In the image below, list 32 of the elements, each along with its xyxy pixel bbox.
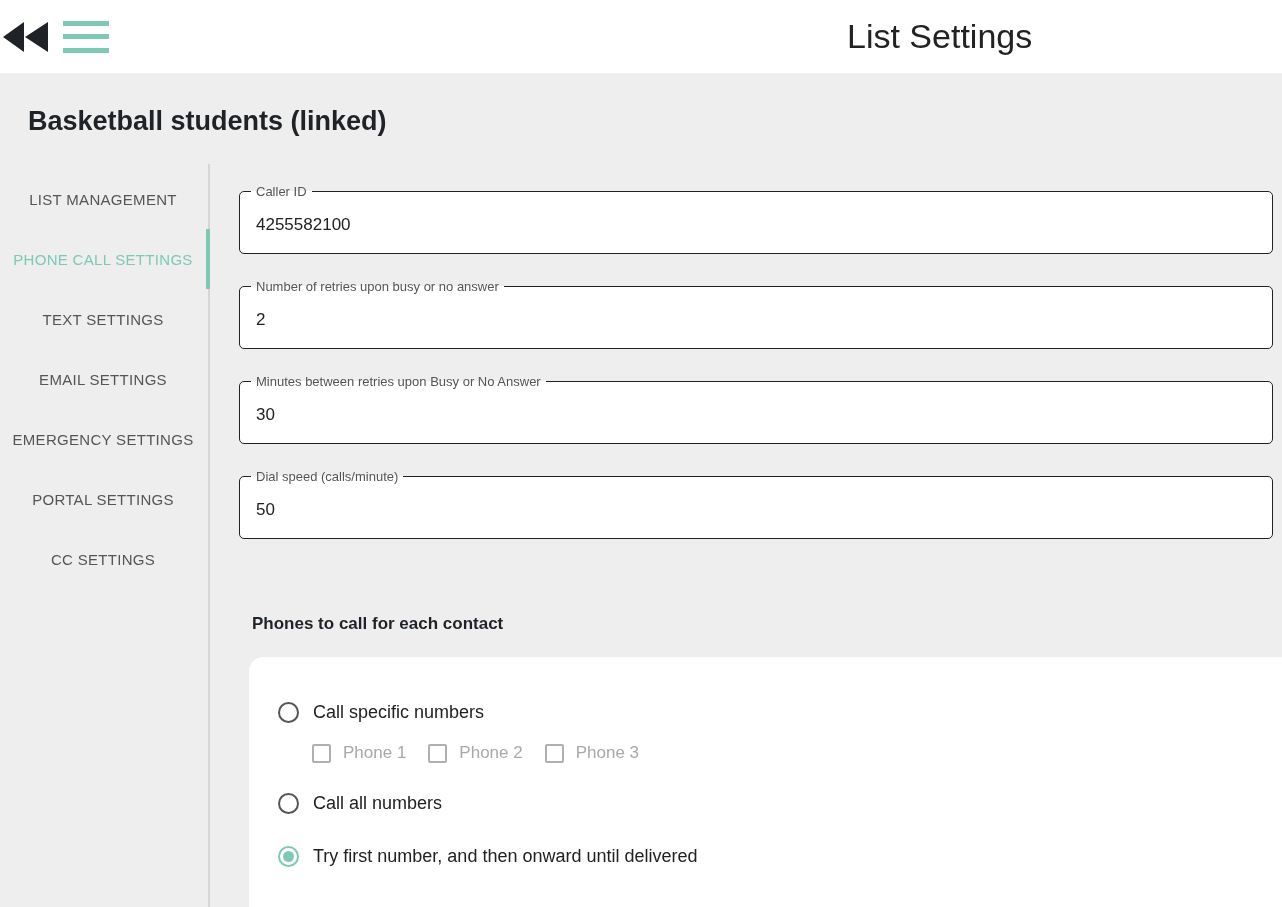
- radio-button[interactable]: [278, 792, 299, 814]
- text-field[interactable]: Dial speed (calls/minute) 50: [239, 469, 1273, 539]
- sidebar-tab[interactable]: PORTAL SETTINGS: [0, 469, 210, 529]
- field-value: 4255582100: [256, 215, 351, 235]
- radio-button[interactable]: [278, 845, 299, 867]
- field-label: Number of retries upon busy or no answer: [255, 279, 500, 294]
- field-label: Minutes between retries upon Busy or No Answer: [255, 374, 542, 389]
- text-field[interactable]: Number of retries upon busy or no answer 2: [239, 279, 1273, 349]
- radio-button[interactable]: [278, 701, 299, 723]
- sidebar-tab[interactable]: LIST MANAGEMENT: [0, 169, 210, 229]
- text-field[interactable]: Caller ID 4255582100: [239, 184, 1273, 254]
- sidebar-tab[interactable]: TEXT SETTINGS: [0, 289, 210, 349]
- field-value: 30: [256, 405, 275, 425]
- checkbox-label: Phone 2: [459, 743, 523, 763]
- radio-label: Call specific numbers: [313, 701, 485, 723]
- rewind-icon[interactable]: [3, 20, 49, 53]
- checkbox-label: Phone 3: [575, 743, 640, 763]
- field-value: 2: [256, 310, 266, 330]
- sidebar-tab[interactable]: CC SETTINGS: [0, 529, 210, 589]
- field-label: Caller ID: [255, 184, 308, 199]
- menu-icon[interactable]: [63, 20, 109, 53]
- list-title: Basketball students (linked): [27, 105, 388, 138]
- sidebar-tab[interactable]: EMERGENCY SETTINGS: [0, 409, 210, 469]
- sidebar-tab[interactable]: EMAIL SETTINGS: [0, 349, 210, 409]
- field-label: Dial speed (calls/minute): [255, 469, 400, 484]
- field-value: 50: [256, 500, 275, 520]
- page-title: List Settings: [847, 17, 1033, 56]
- section-heading: Phones to call for each contact: [252, 614, 505, 634]
- checkbox-label: Phone 1: [343, 743, 407, 763]
- text-field[interactable]: Minutes between retries upon Busy or No Answer 30: [239, 374, 1273, 444]
- radio-label: Try first number, and then onward until delivered: [313, 845, 698, 867]
- radio-label: Call all numbers: [313, 792, 443, 814]
